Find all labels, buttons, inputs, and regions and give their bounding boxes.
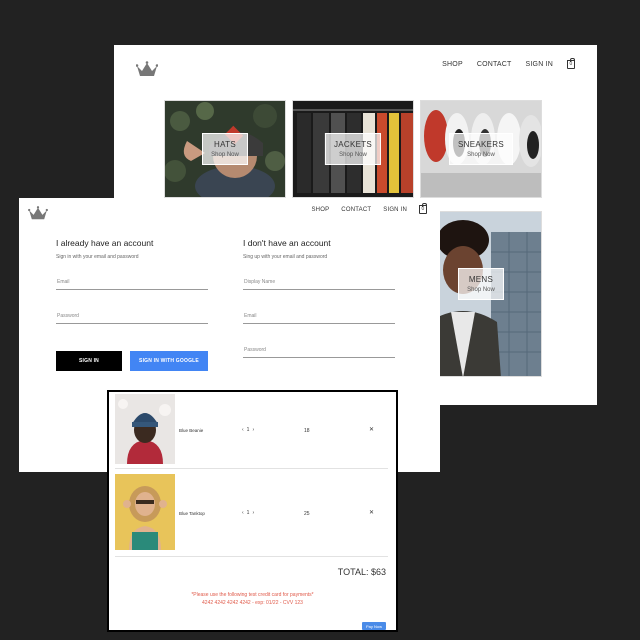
jackets-label: JACKETS Shop Now: [324, 133, 382, 165]
increase-quantity-button[interactable]: ›: [252, 427, 254, 433]
crown-logo-icon[interactable]: [28, 206, 48, 221]
increase-quantity-button[interactable]: ›: [252, 510, 254, 516]
sign-in-button[interactable]: SIGN IN: [56, 351, 122, 371]
row-divider: [115, 468, 388, 469]
main-nav: SHOP CONTACT SIGN IN 0: [442, 58, 575, 69]
sign-in-form: I already have an account Sign in with y…: [56, 238, 208, 324]
item-name: Blue Beanie: [179, 428, 204, 433]
hats-shop-now[interactable]: Shop Now: [211, 152, 239, 158]
row-divider: [115, 556, 388, 557]
jackets-title: JACKETS: [333, 140, 373, 149]
decrease-quantity-button[interactable]: ‹: [242, 427, 244, 433]
email-placeholder: Email: [244, 313, 257, 319]
mens-shop-now[interactable]: Shop Now: [467, 287, 495, 293]
email-placeholder: Email: [57, 279, 70, 285]
test-card-warning-line-2: 4242 4242 4242 4242 - exp: 01/22 - CVV 1…: [202, 600, 303, 606]
hats-label: HATS Shop Now: [202, 133, 248, 165]
item-quantity: 1: [246, 427, 250, 433]
password-placeholder: Password: [57, 313, 79, 319]
blue-beanie-photo: [115, 394, 175, 464]
sign-in-password-field[interactable]: Password: [56, 310, 208, 324]
remove-item-button[interactable]: ✕: [369, 426, 374, 433]
crown-logo-icon[interactable]: [136, 61, 158, 78]
blue-tanktop-photo: [115, 474, 175, 550]
nav-shop-link[interactable]: SHOP: [311, 207, 329, 213]
quantity-stepper: ‹ 1 ›: [242, 427, 254, 433]
main-nav: SHOP CONTACT SIGN IN 0: [311, 203, 427, 214]
nav-signin-link[interactable]: SIGN IN: [526, 61, 553, 68]
nav-contact-link[interactable]: CONTACT: [477, 61, 512, 68]
item-quantity: 1: [246, 510, 250, 516]
sign-up-subtitle: Sing up with your email and password: [243, 254, 328, 260]
display-name-placeholder: Display Name: [244, 279, 276, 285]
category-tile-hats[interactable]: HATS Shop Now: [164, 100, 286, 198]
decrease-quantity-button[interactable]: ‹: [242, 510, 244, 516]
cart-total: TOTAL: $63: [337, 567, 386, 577]
mens-title: MENS: [468, 275, 494, 285]
google-sign-in-button[interactable]: SIGN IN WITH GOOGLE: [130, 351, 208, 371]
remove-item-button[interactable]: ✕: [369, 509, 374, 516]
hats-title: HATS: [214, 140, 236, 149]
sneakers-label: SNEAKERS Shop Now: [449, 133, 513, 165]
sneakers-title: SNEAKERS: [458, 140, 504, 149]
test-card-warning-line-1: *Please use the following test credit ca…: [191, 592, 314, 598]
sign-up-email-field[interactable]: Email: [243, 310, 395, 324]
nav-shop-link[interactable]: SHOP: [442, 61, 463, 68]
jackets-shop-now[interactable]: Shop Now: [334, 152, 372, 158]
shopping-bag-icon[interactable]: 0: [567, 58, 575, 69]
nav-signin-link[interactable]: SIGN IN: [383, 207, 407, 213]
item-name: Blue Tanktop: [179, 511, 205, 516]
checkout-window: Blue Beanie ‹ 1 › 18 ✕ Blue Tanktop ‹ 1 …: [107, 390, 398, 632]
shopping-bag-icon[interactable]: 0: [419, 203, 427, 214]
item-price: 25: [304, 511, 310, 517]
sign-up-title: I don't have an account: [243, 238, 331, 248]
item-price: 18: [304, 428, 310, 434]
category-tile-jackets[interactable]: JACKETS Shop Now: [292, 100, 414, 198]
sign-in-title: I already have an account: [56, 238, 154, 248]
category-tile-sneakers[interactable]: SNEAKERS Shop Now: [420, 100, 542, 198]
nav-contact-link[interactable]: CONTACT: [341, 207, 371, 213]
sign-up-password-field[interactable]: Password: [243, 344, 395, 358]
sign-up-display-name-field[interactable]: Display Name: [243, 276, 395, 290]
pay-now-button[interactable]: Pay Now: [362, 622, 386, 630]
sneakers-shop-now[interactable]: Shop Now: [458, 152, 504, 158]
mens-label: MENS Shop Now: [458, 268, 504, 301]
quantity-stepper: ‹ 1 ›: [242, 510, 254, 516]
password-placeholder: Password: [244, 347, 266, 353]
sign-in-subtitle: Sign in with your email and password: [56, 254, 139, 260]
sign-up-form: I don't have an account Sing up with you…: [243, 238, 395, 358]
sign-in-email-field[interactable]: Email: [56, 276, 208, 290]
